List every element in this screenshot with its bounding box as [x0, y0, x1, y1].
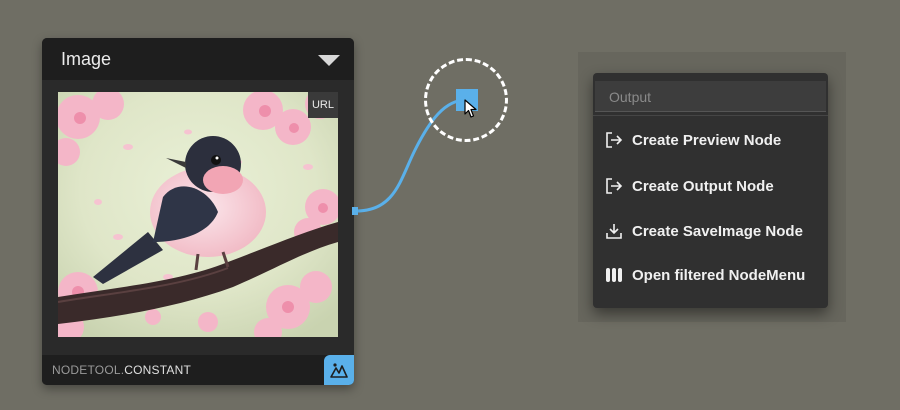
menu-search-input[interactable]: Output	[595, 81, 826, 112]
node-type-name: CONSTANT	[124, 363, 191, 377]
columns-icon	[604, 265, 624, 285]
menu-item-label: Create SaveImage Node	[632, 222, 803, 240]
create-output-node-item[interactable]: Create Output Node	[593, 168, 828, 204]
menu-divider	[593, 115, 828, 116]
chevron-down-icon[interactable]	[318, 55, 340, 66]
image-gallery-button[interactable]	[324, 355, 354, 385]
node-type-label: NODETOOL.CONSTANT	[52, 363, 191, 377]
menu-item-label: Create Preview Node	[632, 131, 782, 149]
image-preview[interactable]: URL	[58, 92, 338, 337]
workflow-canvas[interactable]: Image URL NODETOOL.CONSTANT Output Creat…	[0, 0, 900, 410]
mouse-cursor-icon	[464, 99, 477, 118]
create-saveimage-node-item[interactable]: Create SaveImage Node	[593, 213, 828, 249]
create-preview-node-item[interactable]: Create Preview Node	[593, 122, 828, 158]
node-footer: NODETOOL.CONSTANT	[42, 355, 354, 385]
menu-item-label: Open filtered NodeMenu	[632, 266, 806, 284]
bird-image	[58, 92, 338, 337]
menu-item-label: Create Output Node	[632, 177, 774, 195]
image-node[interactable]: Image URL NODETOOL.CONSTANT	[42, 38, 354, 385]
arrow-out-icon	[604, 130, 624, 150]
node-title: Image	[61, 48, 112, 69]
output-handle[interactable]	[352, 207, 358, 215]
download-icon	[604, 221, 624, 241]
connection-context-menu: Output Create Preview Node Create Output…	[593, 73, 828, 308]
url-badge[interactable]: URL	[308, 92, 338, 118]
arrow-out-icon	[604, 176, 624, 196]
node-namespace: NODETOOL.	[52, 363, 125, 377]
node-header[interactable]: Image	[42, 38, 354, 80]
open-filtered-nodemenu-item[interactable]: Open filtered NodeMenu	[593, 257, 828, 293]
landscape-icon	[330, 363, 348, 378]
